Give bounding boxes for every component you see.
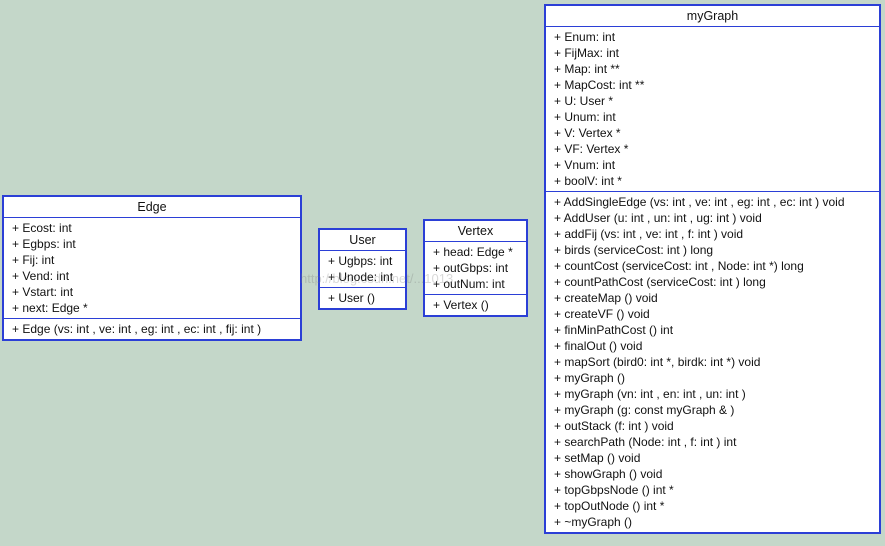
attribute: + FijMax: int <box>554 46 620 60</box>
attribute: + Ugbps: int <box>328 254 393 268</box>
operation: + showGraph () void <box>554 467 663 481</box>
class-user[interactable]: User + Ugbps: int + Unode: int + User () <box>318 228 407 310</box>
attribute: + outNum: int <box>433 277 505 291</box>
attribute: + U: User * <box>554 94 614 108</box>
operation-compartment: + AddSingleEdge (vs: int , ve: int , eg:… <box>546 192 879 532</box>
operation: + AddUser (u: int , un: int , ug: int ) … <box>554 211 762 225</box>
operation: + finalOut () void <box>554 339 643 353</box>
class-edge[interactable]: Edge + Ecost: int + Egbps: int + Fij: in… <box>2 195 302 341</box>
attribute: + Unode: int <box>328 270 394 284</box>
operation: + ~myGraph () <box>554 515 633 529</box>
attribute: + Enum: int <box>554 30 616 44</box>
operation: + topOutNode () int * <box>554 499 665 513</box>
operation: + Vertex () <box>433 298 489 312</box>
operation: + User () <box>328 291 376 305</box>
attribute: + Fij: int <box>12 253 55 267</box>
attribute: + Unum: int <box>554 110 616 124</box>
attribute: + Vnum: int <box>554 158 616 172</box>
class-vertex[interactable]: Vertex + head: Edge * + outGbps: int + o… <box>423 219 528 317</box>
attribute-compartment: + Enum: int + FijMax: int + Map: int ** … <box>546 27 879 192</box>
class-name: Edge <box>4 197 300 218</box>
operation: + mapSort (bird0: int *, birdk: int *) v… <box>554 355 761 369</box>
operation-compartment: + User () <box>320 288 405 308</box>
attribute: + Map: int ** <box>554 62 620 76</box>
class-name: User <box>320 230 405 251</box>
operation: + myGraph () <box>554 371 626 385</box>
operation: + countPathCost (serviceCost: int ) long <box>554 275 766 289</box>
class-mygraph[interactable]: myGraph + Enum: int + FijMax: int + Map:… <box>544 4 881 534</box>
class-name: myGraph <box>546 6 879 27</box>
operation: + finMinPathCost () int <box>554 323 674 337</box>
attribute: + head: Edge * <box>433 245 513 259</box>
attribute-compartment: + Ugbps: int + Unode: int <box>320 251 405 288</box>
class-name: Vertex <box>425 221 526 242</box>
operation: + searchPath (Node: int , f: int ) int <box>554 435 737 449</box>
attribute: + VF: Vertex * <box>554 142 629 156</box>
attribute: + Vend: int <box>12 269 70 283</box>
operation: + AddSingleEdge (vs: int , ve: int , eg:… <box>554 195 845 209</box>
operation: + myGraph (g: const myGraph & ) <box>554 403 735 417</box>
attribute: + boolV: int * <box>554 174 622 188</box>
operation: + setMap () void <box>554 451 641 465</box>
attribute-compartment: + head: Edge * + outGbps: int + outNum: … <box>425 242 526 295</box>
attribute: + next: Edge * <box>12 301 88 315</box>
operation-compartment: + Vertex () <box>425 295 526 315</box>
operation-compartment: + Edge (vs: int , ve: int , eg: int , ec… <box>4 319 300 339</box>
operation: + createVF () void <box>554 307 650 321</box>
operation: + Edge (vs: int , ve: int , eg: int , ec… <box>12 322 262 336</box>
attribute: + Vstart: int <box>12 285 74 299</box>
attribute: + Ecost: int <box>12 221 72 235</box>
operation: + myGraph (vn: int , en: int , un: int ) <box>554 387 746 401</box>
attribute: + Egbps: int <box>12 237 76 251</box>
attribute: + MapCost: int ** <box>554 78 645 92</box>
operation: + countCost (serviceCost: int , Node: in… <box>554 259 804 273</box>
operation: + createMap () void <box>554 291 658 305</box>
operation: + outStack (f: int ) void <box>554 419 674 433</box>
attribute: + V: Vertex * <box>554 126 621 140</box>
operation: + birds (serviceCost: int ) long <box>554 243 714 257</box>
operation: + topGbpsNode () int * <box>554 483 674 497</box>
operation: + addFij (vs: int , ve: int , f: int ) v… <box>554 227 744 241</box>
attribute-compartment: + Ecost: int + Egbps: int + Fij: int + V… <box>4 218 300 319</box>
attribute: + outGbps: int <box>433 261 509 275</box>
